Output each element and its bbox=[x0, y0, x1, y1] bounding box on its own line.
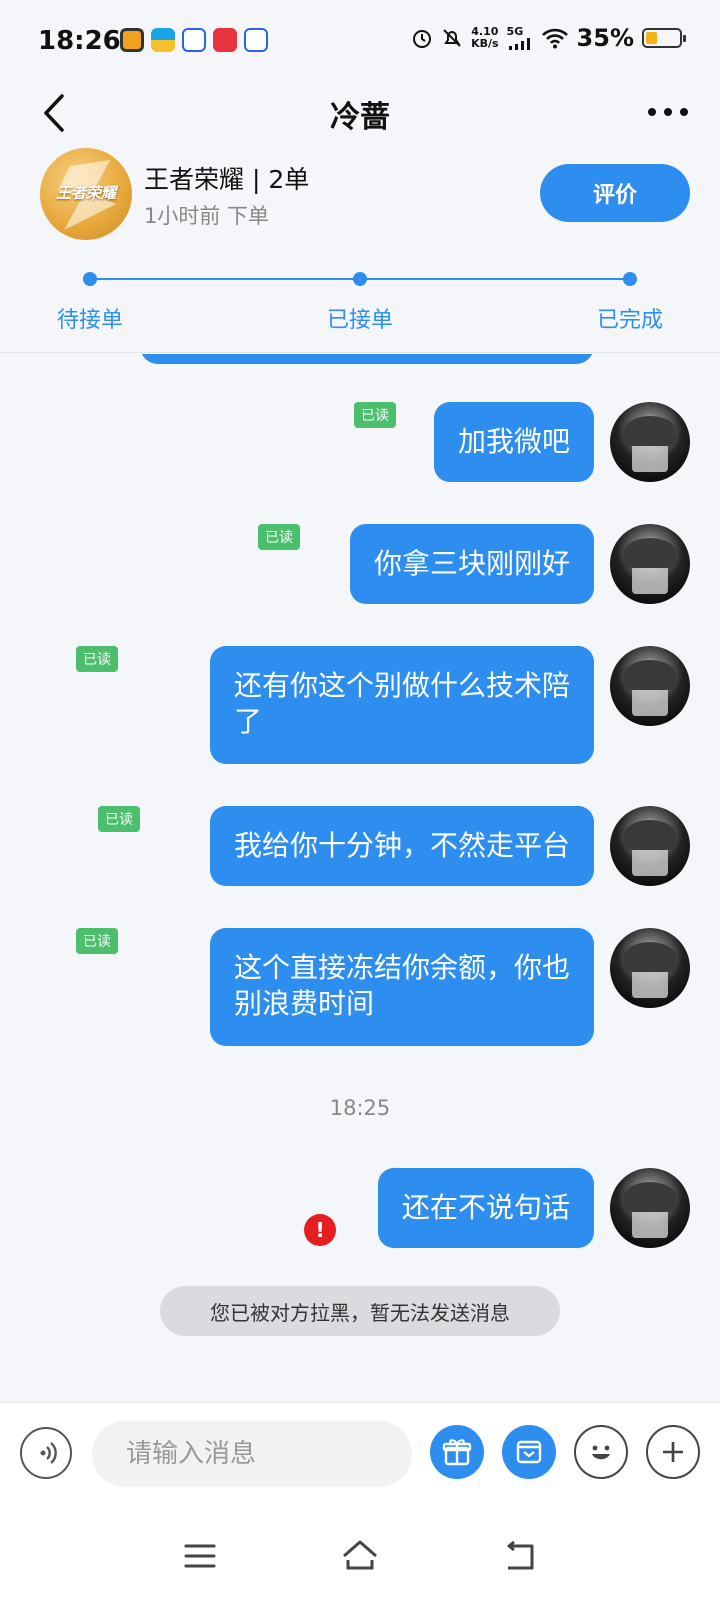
chat-area[interactable]: 已读 加我微吧 已读 你拿三块刚刚好 已读 还有你这个别做什么技术陪 了 已读 … bbox=[0, 354, 720, 1402]
net-speed: 4.10 KB/s bbox=[471, 26, 498, 50]
battery-percent: 35% bbox=[576, 24, 634, 52]
signal-bars-icon bbox=[508, 38, 530, 50]
coupon-button[interactable] bbox=[502, 1425, 556, 1479]
avatar[interactable] bbox=[610, 1168, 690, 1248]
game-logo: 王者荣耀 bbox=[40, 148, 132, 240]
more-dots-icon bbox=[648, 108, 688, 116]
emoji-button[interactable] bbox=[574, 1425, 628, 1479]
avatar[interactable] bbox=[610, 928, 690, 1008]
send-failed-icon[interactable]: ! bbox=[304, 1214, 336, 1246]
chat-title: 冷蔷 bbox=[330, 100, 390, 135]
gift-button[interactable] bbox=[430, 1425, 484, 1479]
step-label-accepted: 已接单 bbox=[326, 308, 393, 333]
input-bar bbox=[0, 1402, 720, 1504]
wifi-icon bbox=[541, 28, 568, 49]
message-text: 我给你十分钟，不然走平台 bbox=[233, 829, 570, 862]
step-label-completed: 已完成 bbox=[596, 308, 663, 333]
blocked-notice: 您已被对方拉黑，暂无法发送消息 bbox=[160, 1286, 560, 1336]
message-text: 加我微吧 bbox=[457, 425, 570, 458]
status-indicators: 4.10 KB/s 5G 35% bbox=[411, 24, 686, 52]
chat-timestamp: 18:25 bbox=[329, 1096, 391, 1120]
home-icon bbox=[343, 1540, 377, 1570]
battery-icon bbox=[642, 28, 686, 48]
browser-app-icon bbox=[120, 28, 144, 52]
game-logo-text: 王者荣耀 bbox=[55, 184, 116, 202]
message-text: 还在不说句话 bbox=[401, 1191, 570, 1224]
menu-button[interactable] bbox=[180, 1536, 220, 1576]
message-text-line: 了 bbox=[233, 705, 262, 738]
message-input[interactable] bbox=[92, 1421, 412, 1487]
step-label-pending: 待接单 bbox=[56, 308, 123, 333]
plus-icon bbox=[663, 1442, 683, 1462]
message-bubble[interactable]: 你拿三块刚刚好 bbox=[349, 524, 594, 604]
home-button[interactable] bbox=[340, 1536, 380, 1576]
voice-input-button[interactable] bbox=[20, 1427, 72, 1479]
menu-icon bbox=[184, 1544, 216, 1568]
nav-bar: 冷蔷 bbox=[0, 78, 720, 148]
read-tag: 已读 bbox=[76, 928, 118, 954]
avatar[interactable] bbox=[610, 806, 690, 886]
system-nav-bar bbox=[0, 1504, 720, 1608]
read-tag: 已读 bbox=[76, 646, 118, 672]
wallet-app-icon bbox=[151, 28, 175, 52]
read-tag: 已读 bbox=[258, 524, 300, 550]
status-bar: 18:26 4.10 KB/s 5G 35% bbox=[0, 0, 720, 78]
net-speed-unit: KB/s bbox=[471, 37, 499, 50]
message-text-line: 还有你这个别做什么技术陪 bbox=[233, 669, 570, 702]
order-card: 王者荣耀 王者荣耀 | 2单 1小时前 下单 评价 待接单 已接单 已完成 bbox=[0, 148, 720, 353]
mute-icon bbox=[443, 29, 461, 47]
message-bubble[interactable]: 我给你十分钟，不然走平台 bbox=[209, 806, 594, 886]
order-subtitle: 1小时前 下单 bbox=[144, 204, 270, 228]
status-time: 18:26 bbox=[38, 26, 121, 56]
status-app-icons bbox=[120, 28, 268, 52]
message-text: 你拿三块刚刚好 bbox=[373, 547, 570, 580]
avatar[interactable] bbox=[610, 646, 690, 726]
avatar[interactable] bbox=[610, 402, 690, 482]
taobao-app-icon bbox=[213, 28, 237, 52]
order-title: 王者荣耀 | 2单 bbox=[144, 165, 310, 194]
message-bubble[interactable]: 加我微吧 bbox=[433, 402, 594, 482]
back-nav-button[interactable] bbox=[500, 1536, 540, 1576]
message-bubble-failed[interactable]: 还在不说句话 bbox=[377, 1168, 594, 1248]
network-type: 5G bbox=[506, 25, 524, 38]
battery-level bbox=[646, 32, 658, 44]
coupon-icon bbox=[516, 1440, 542, 1464]
more-actions-button[interactable] bbox=[646, 1425, 700, 1479]
read-tag: 已读 bbox=[98, 806, 140, 832]
more-button[interactable] bbox=[646, 92, 690, 132]
step-dot-pending bbox=[83, 272, 97, 286]
message-bubble[interactable]: 还有你这个别做什么技术陪 了 bbox=[209, 646, 594, 764]
message-bubble[interactable]: 这个直接冻结你余额，你也 别浪费时间 bbox=[209, 928, 594, 1046]
baidu-app-icon bbox=[182, 28, 206, 52]
alarm-icon bbox=[413, 30, 432, 48]
baidu-app-icon bbox=[244, 28, 268, 52]
step-dot-accepted bbox=[353, 272, 367, 286]
back-arrow-icon bbox=[507, 1540, 534, 1570]
message-text-line: 这个直接冻结你余额，你也 bbox=[233, 951, 570, 984]
message-bubble-partial bbox=[140, 354, 594, 364]
read-tag: 已读 bbox=[354, 402, 396, 428]
step-dot-completed bbox=[623, 272, 637, 286]
review-button[interactable]: 评价 bbox=[540, 164, 690, 222]
voice-icon bbox=[40, 1442, 57, 1464]
avatar[interactable] bbox=[610, 524, 690, 604]
emoji-icon bbox=[592, 1445, 610, 1460]
signal-indicator: 5G bbox=[507, 26, 533, 50]
message-text-line: 别浪费时间 bbox=[233, 987, 374, 1020]
gift-icon bbox=[442, 1439, 472, 1466]
